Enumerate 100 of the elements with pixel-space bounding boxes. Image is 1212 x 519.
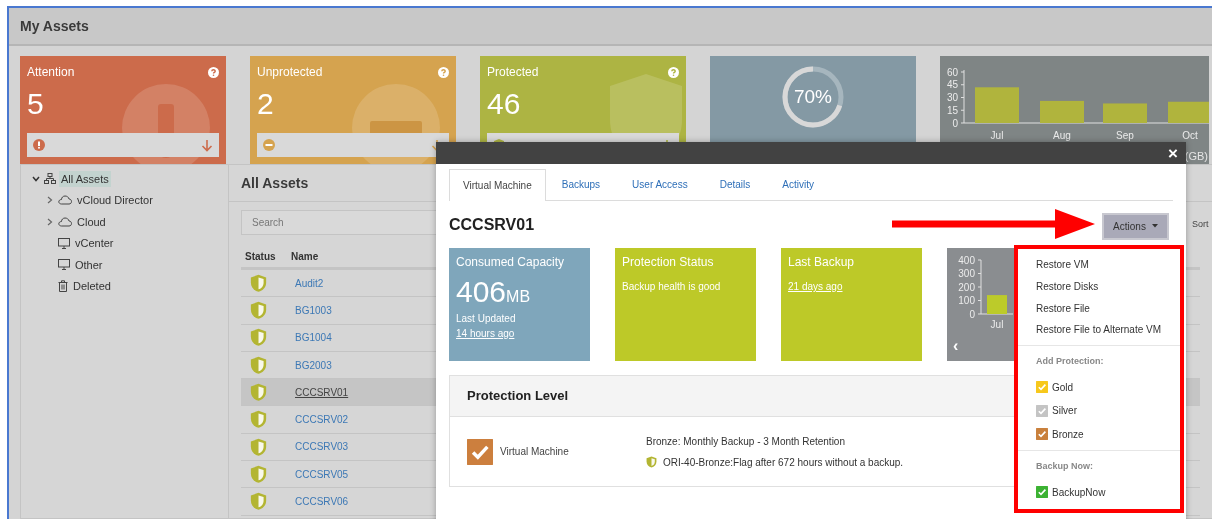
shield-icon [250,410,267,429]
tree-item[interactable]: All Assets [59,170,111,187]
usage-percent: 70% [794,86,832,108]
tile-label: Protected [487,64,539,81]
column-header[interactable]: Name [291,249,319,264]
axis-label: Oct [1182,130,1198,141]
axis-label: Aug [1053,130,1071,141]
axis-label: Jul [990,319,1004,330]
menu-item[interactable]: Restore File [1036,297,1162,320]
axis-label: 0 [969,308,975,320]
tile-title: Last Backup [788,255,856,269]
tree-item[interactable]: Cloud [75,213,108,230]
shield-icon [250,301,267,320]
tree-item[interactable]: vCenter [73,235,116,252]
alert-icon [33,139,45,151]
asset-link[interactable]: BG1004 [295,330,332,346]
chart-caption: (GB) [1184,149,1209,164]
chevron-right-icon[interactable] [47,196,53,205]
tab[interactable]: Activity [769,169,827,200]
tile-label: Unprotected [257,64,323,81]
tile-label: Attention [27,64,75,81]
help-icon[interactable] [668,66,679,78]
capacity-unit: MB [506,287,531,307]
checkbox[interactable] [1036,428,1048,440]
checkbox[interactable] [1036,486,1048,498]
asset-link[interactable]: Audit2 [295,275,324,291]
option-label[interactable]: Bronze [1052,426,1084,442]
axis-label: 300 [958,268,975,279]
tab[interactable]: User Access [619,169,701,200]
axis-label: 0 [952,117,958,129]
cloud-icon [58,216,72,227]
checkbox-label: Virtual Machine [500,445,569,459]
caret-icon [1151,224,1158,228]
menu-item[interactable]: Restore VM [1036,254,1162,276]
panel-title: All Assets [241,173,309,193]
network-icon [44,173,56,185]
tab[interactable]: Details [706,169,764,200]
shield-icon [250,383,267,402]
tile-title: Consumed Capacity [456,255,566,269]
axis-label: 400 [958,254,975,266]
updated-label: Last Updated [456,312,517,326]
page-title: My Assets [20,16,89,36]
menu-item[interactable]: Restore Disks [1036,275,1162,298]
column-header[interactable]: Status [241,249,291,264]
tile-count: 46 [487,87,522,121]
axis-label: Sep [1116,130,1134,141]
axis-label: 45 [946,79,958,91]
section-heading: Add Protection: [1036,354,1105,368]
bar [1103,103,1147,123]
asset-link[interactable]: CCCSRV03 [295,439,349,455]
close-button[interactable]: × [1168,144,1178,162]
shield-icon [250,492,267,511]
asset-link[interactable]: CCCSRV02 [295,412,349,428]
chevron-right-icon[interactable] [47,217,53,226]
option-label[interactable]: Gold [1052,379,1074,395]
option-label[interactable]: Silver [1052,403,1077,418]
menu-item[interactable]: Restore File to Alternate VM [1036,319,1162,341]
shield-icon [250,437,267,457]
asset-link[interactable]: BG1003 [295,302,332,318]
tile-count: 2 [257,87,275,121]
tree-item[interactable]: vCloud Director [75,192,155,209]
asset-link[interactable]: CCCSRV05 [295,466,349,482]
tile-title: Protection Status [622,255,715,269]
asset-link[interactable]: CCCSRV06 [295,494,349,509]
monitor-icon [58,237,70,249]
tile-count: 5 [27,87,45,121]
checkbox[interactable] [1036,404,1048,417]
help-icon[interactable] [208,66,219,78]
help-icon[interactable] [438,66,449,78]
usage-ring [781,65,845,129]
monitor-icon [58,259,70,271]
sort-label[interactable]: Sort [1192,218,1212,232]
axis-label: Jul [990,130,1004,141]
actions-button[interactable]: Actions [1102,212,1169,240]
axis-label: 30 [946,92,958,103]
chevron-down-icon[interactable] [32,175,40,182]
axis-label: 15 [946,104,958,116]
summary-tile[interactable]: Attention 5 [20,56,226,164]
section-heading: Backup Now: [1036,459,1094,473]
shield-icon [250,464,267,484]
tree-item[interactable]: Other [73,256,105,273]
checkbox[interactable] [467,438,493,465]
axis-label: 200 [958,281,975,293]
asset-link[interactable]: BG2003 [295,357,332,373]
checkbox[interactable] [1036,381,1048,393]
status-text: Backup health is good [622,280,722,294]
option-label[interactable]: BackupNow [1052,484,1106,500]
tab[interactable]: Virtual Machine [449,169,546,201]
shield-icon [250,328,267,348]
minus-circle-icon [263,139,275,151]
tree-item[interactable]: Deleted [71,278,113,295]
rule-text: ORI-40-Bronze:Flag after 672 hours without a backup. [663,455,904,470]
policy-text: Bronze: Monthly Backup - 3 Month Retention [646,434,846,449]
tab[interactable]: Backups [548,169,614,200]
asset-link[interactable]: CCCSRV01 [295,384,349,400]
previous-button[interactable]: ‹ [953,338,959,354]
axis-label: 100 [958,295,975,306]
cloud-icon [58,195,72,206]
arrow-down-icon[interactable] [201,138,213,152]
shield-icon [250,355,267,375]
